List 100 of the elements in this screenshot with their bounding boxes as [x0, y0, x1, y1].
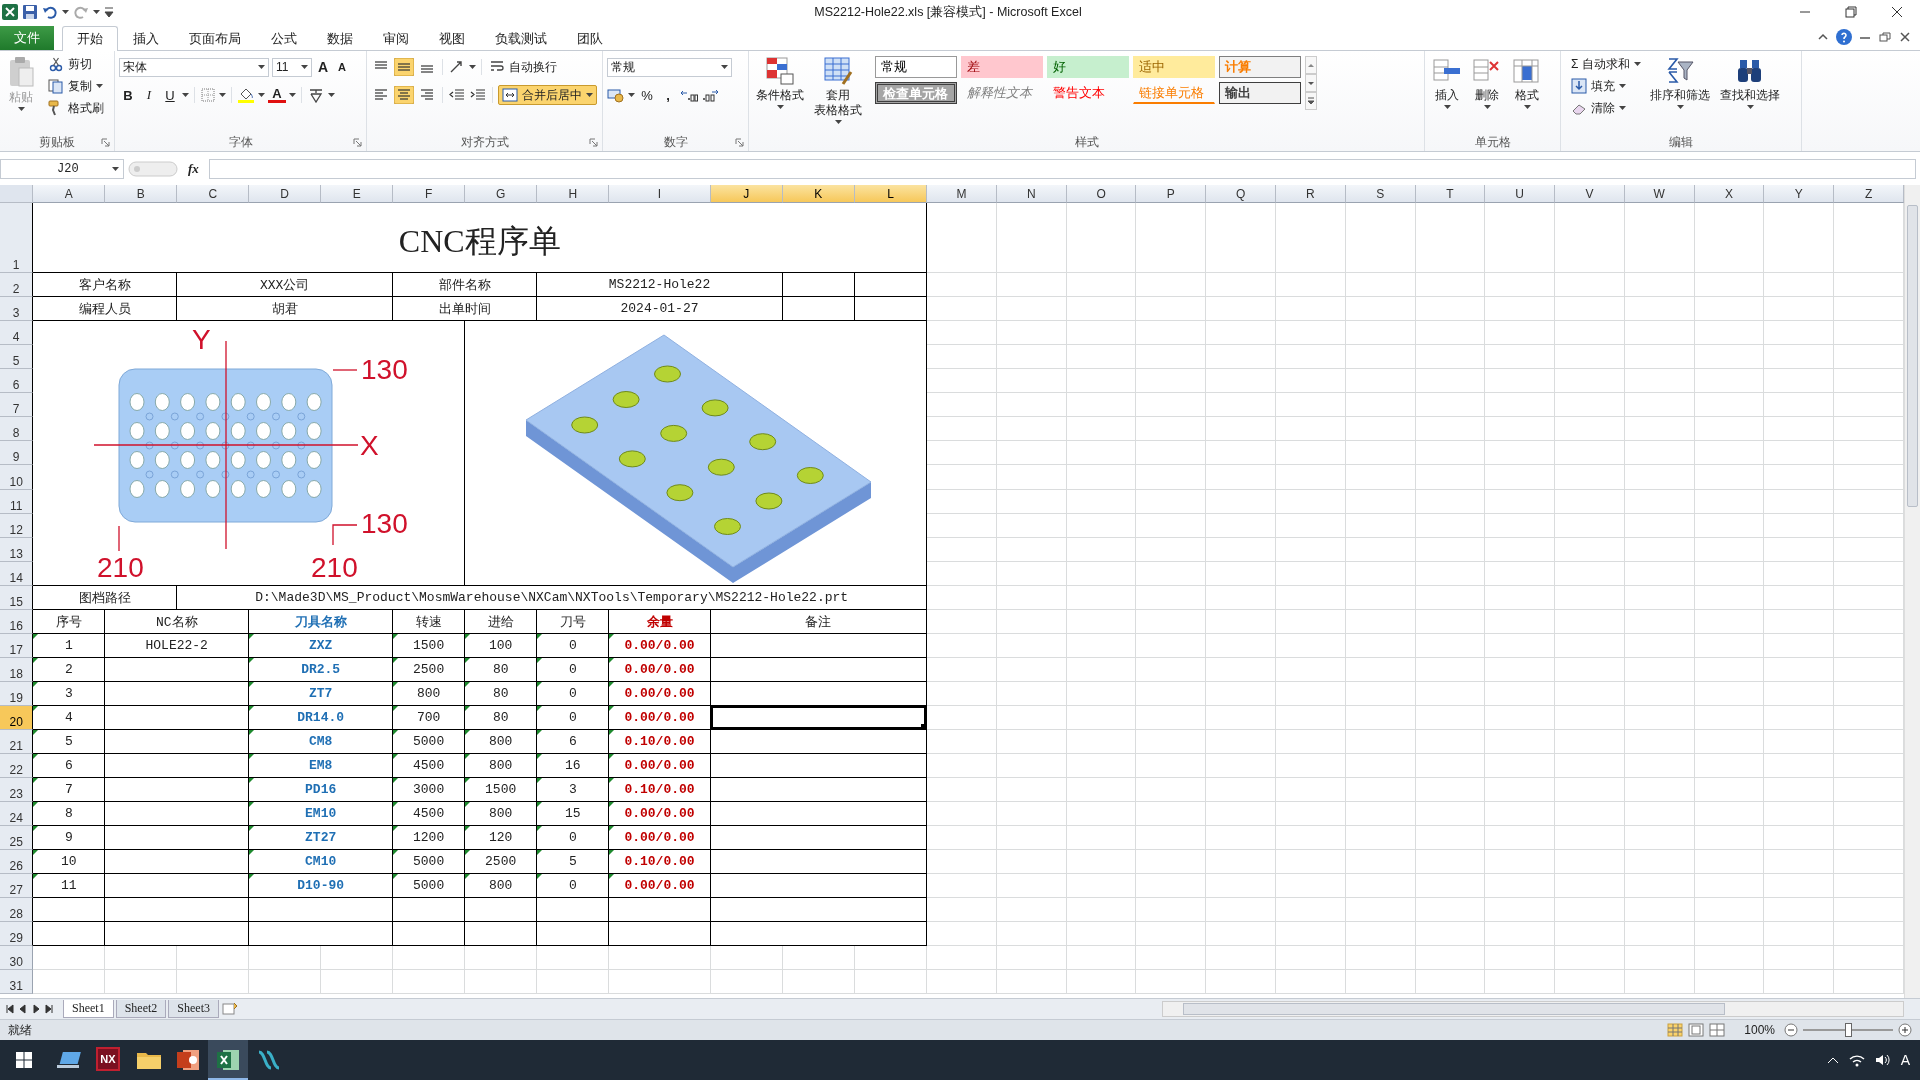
cell-style-option[interactable]: 解释性文本 [961, 82, 1043, 104]
font-name-field[interactable]: 宋体 [119, 57, 269, 77]
row-header[interactable]: 31 [0, 970, 34, 994]
column-header[interactable]: P [1136, 185, 1207, 203]
undo-icon[interactable] [42, 4, 58, 20]
row-header[interactable]: 10 [0, 465, 34, 490]
zoom-in-icon[interactable] [1898, 1023, 1912, 1037]
page-layout-icon[interactable] [1688, 1023, 1705, 1037]
ribbon-tab[interactable]: 团队 [562, 27, 618, 51]
column-header[interactable]: G [465, 185, 538, 203]
vertical-scrollbar[interactable] [1904, 185, 1920, 998]
row-header[interactable]: 5 [0, 345, 34, 370]
grow-font-button[interactable]: A [315, 59, 331, 75]
number-format-field[interactable]: 常规 [607, 57, 732, 77]
cell-style-option[interactable]: 输出 [1219, 82, 1301, 104]
caret-icon[interactable] [586, 93, 593, 97]
caret-icon[interactable] [1619, 84, 1626, 88]
row-header[interactable]: 21 [0, 730, 34, 754]
font-size-field[interactable]: 11 [272, 57, 312, 77]
caret-icon[interactable] [1634, 62, 1642, 66]
file-tab[interactable]: 文件 [0, 26, 54, 50]
ribbon-button[interactable]: 排序和筛选 [1647, 54, 1714, 111]
row-header[interactable]: 26 [0, 850, 34, 874]
previous-sheet-icon[interactable] [17, 1003, 29, 1015]
ribbon-button[interactable]: 格式刷 [46, 98, 106, 118]
cell-style-option[interactable]: 差 [961, 56, 1043, 78]
caret-icon[interactable] [628, 93, 635, 97]
ribbon-button[interactable]: 套用 表格格式 [811, 54, 865, 126]
sheet-tab[interactable]: Sheet3 [168, 1000, 219, 1018]
ribbon-tab[interactable]: 页面布局 [174, 27, 256, 51]
column-header[interactable]: B [105, 185, 178, 203]
chevron-up-icon[interactable] [1826, 1055, 1839, 1065]
column-header[interactable]: N [996, 185, 1067, 203]
font-color-button[interactable]: A [268, 87, 286, 103]
column-header[interactable]: L [854, 185, 928, 203]
column-header[interactable]: C [177, 185, 250, 203]
dropdown-arrow-icon[interactable] [112, 167, 119, 171]
volume-icon[interactable] [1874, 1053, 1891, 1067]
taskbar-button[interactable]: NX [88, 1040, 128, 1080]
percent-button[interactable]: % [638, 86, 656, 104]
ribbon-button[interactable]: 删除 [1469, 54, 1505, 111]
column-header[interactable]: U [1485, 185, 1556, 203]
ribbon-button[interactable]: 插入 [1429, 54, 1465, 111]
cell-style-option[interactable]: 适中 [1133, 56, 1215, 78]
column-header[interactable]: Y [1764, 185, 1835, 203]
caret-icon[interactable] [219, 93, 226, 97]
caret-icon[interactable] [1619, 106, 1626, 110]
cell-style-option[interactable]: 警告文本 [1047, 82, 1129, 104]
row-header[interactable]: 14 [0, 561, 34, 586]
more-icon[interactable] [1305, 92, 1317, 110]
help-icon[interactable] [1836, 29, 1852, 45]
caret-icon[interactable] [1523, 105, 1531, 109]
caret-icon[interactable] [1483, 105, 1491, 109]
row-header[interactable]: 3 [0, 297, 34, 321]
ribbon-tab[interactable]: 负载测试 [480, 27, 562, 51]
ribbon-tab[interactable]: 开始 [62, 26, 118, 51]
dropdown-arrow-icon[interactable] [301, 65, 308, 69]
row-header[interactable]: 8 [0, 417, 34, 442]
row-header[interactable]: 9 [0, 441, 34, 466]
row-header[interactable]: 25 [0, 826, 34, 850]
row-header[interactable]: 23 [0, 778, 34, 802]
ribbon-tab[interactable]: 审阅 [368, 27, 424, 51]
first-sheet-icon[interactable] [4, 1003, 16, 1015]
ribbon-tab[interactable]: 数据 [312, 27, 368, 51]
row-header[interactable]: 6 [0, 369, 34, 394]
scroll-up-icon[interactable] [1305, 56, 1317, 74]
font-style-button[interactable]: I [140, 86, 158, 104]
ribbon-button[interactable]: Σ 自动求和 [1569, 54, 1644, 74]
column-header[interactable]: I [609, 185, 711, 203]
column-header[interactable]: A [33, 185, 106, 203]
font-style-button[interactable]: U [161, 86, 179, 104]
ribbon-tab[interactable]: 插入 [118, 27, 174, 51]
comma-style-button[interactable]: , [659, 86, 677, 104]
ribbon-button[interactable]: 清除 [1569, 98, 1644, 118]
zoom-out-icon[interactable] [1784, 1023, 1798, 1037]
caret-icon[interactable] [96, 84, 103, 88]
name-box[interactable]: J20 [0, 159, 124, 179]
caret-icon[interactable] [834, 120, 842, 124]
caret-icon[interactable] [93, 10, 100, 14]
caret-icon[interactable] [776, 105, 784, 109]
column-header[interactable]: Z [1834, 185, 1904, 203]
dialog-launcher-icon[interactable] [101, 138, 110, 147]
caret-icon[interactable] [1443, 105, 1451, 109]
column-header[interactable]: M [927, 185, 997, 203]
currency-icon[interactable] [607, 87, 625, 103]
dialog-launcher-icon[interactable] [735, 138, 744, 147]
normal-view-icon[interactable] [1667, 1023, 1684, 1037]
dropdown-arrow-icon[interactable] [721, 65, 728, 69]
caret-icon[interactable] [1676, 105, 1684, 109]
ribbon-button[interactable]: 剪切 [46, 54, 106, 74]
row-header[interactable]: 19 [0, 682, 34, 706]
row-header[interactable]: 27 [0, 874, 34, 898]
page-break-icon[interactable] [1709, 1023, 1726, 1037]
column-header[interactable]: K [782, 185, 855, 203]
caret-icon[interactable] [1746, 105, 1754, 109]
zoom-level-text[interactable]: 100% [1744, 1023, 1775, 1037]
sheet-tab[interactable]: Sheet1 [63, 1000, 114, 1018]
column-header[interactable]: H [537, 185, 610, 203]
increase-indent-icon[interactable] [469, 87, 487, 103]
caret-icon[interactable] [258, 93, 265, 97]
